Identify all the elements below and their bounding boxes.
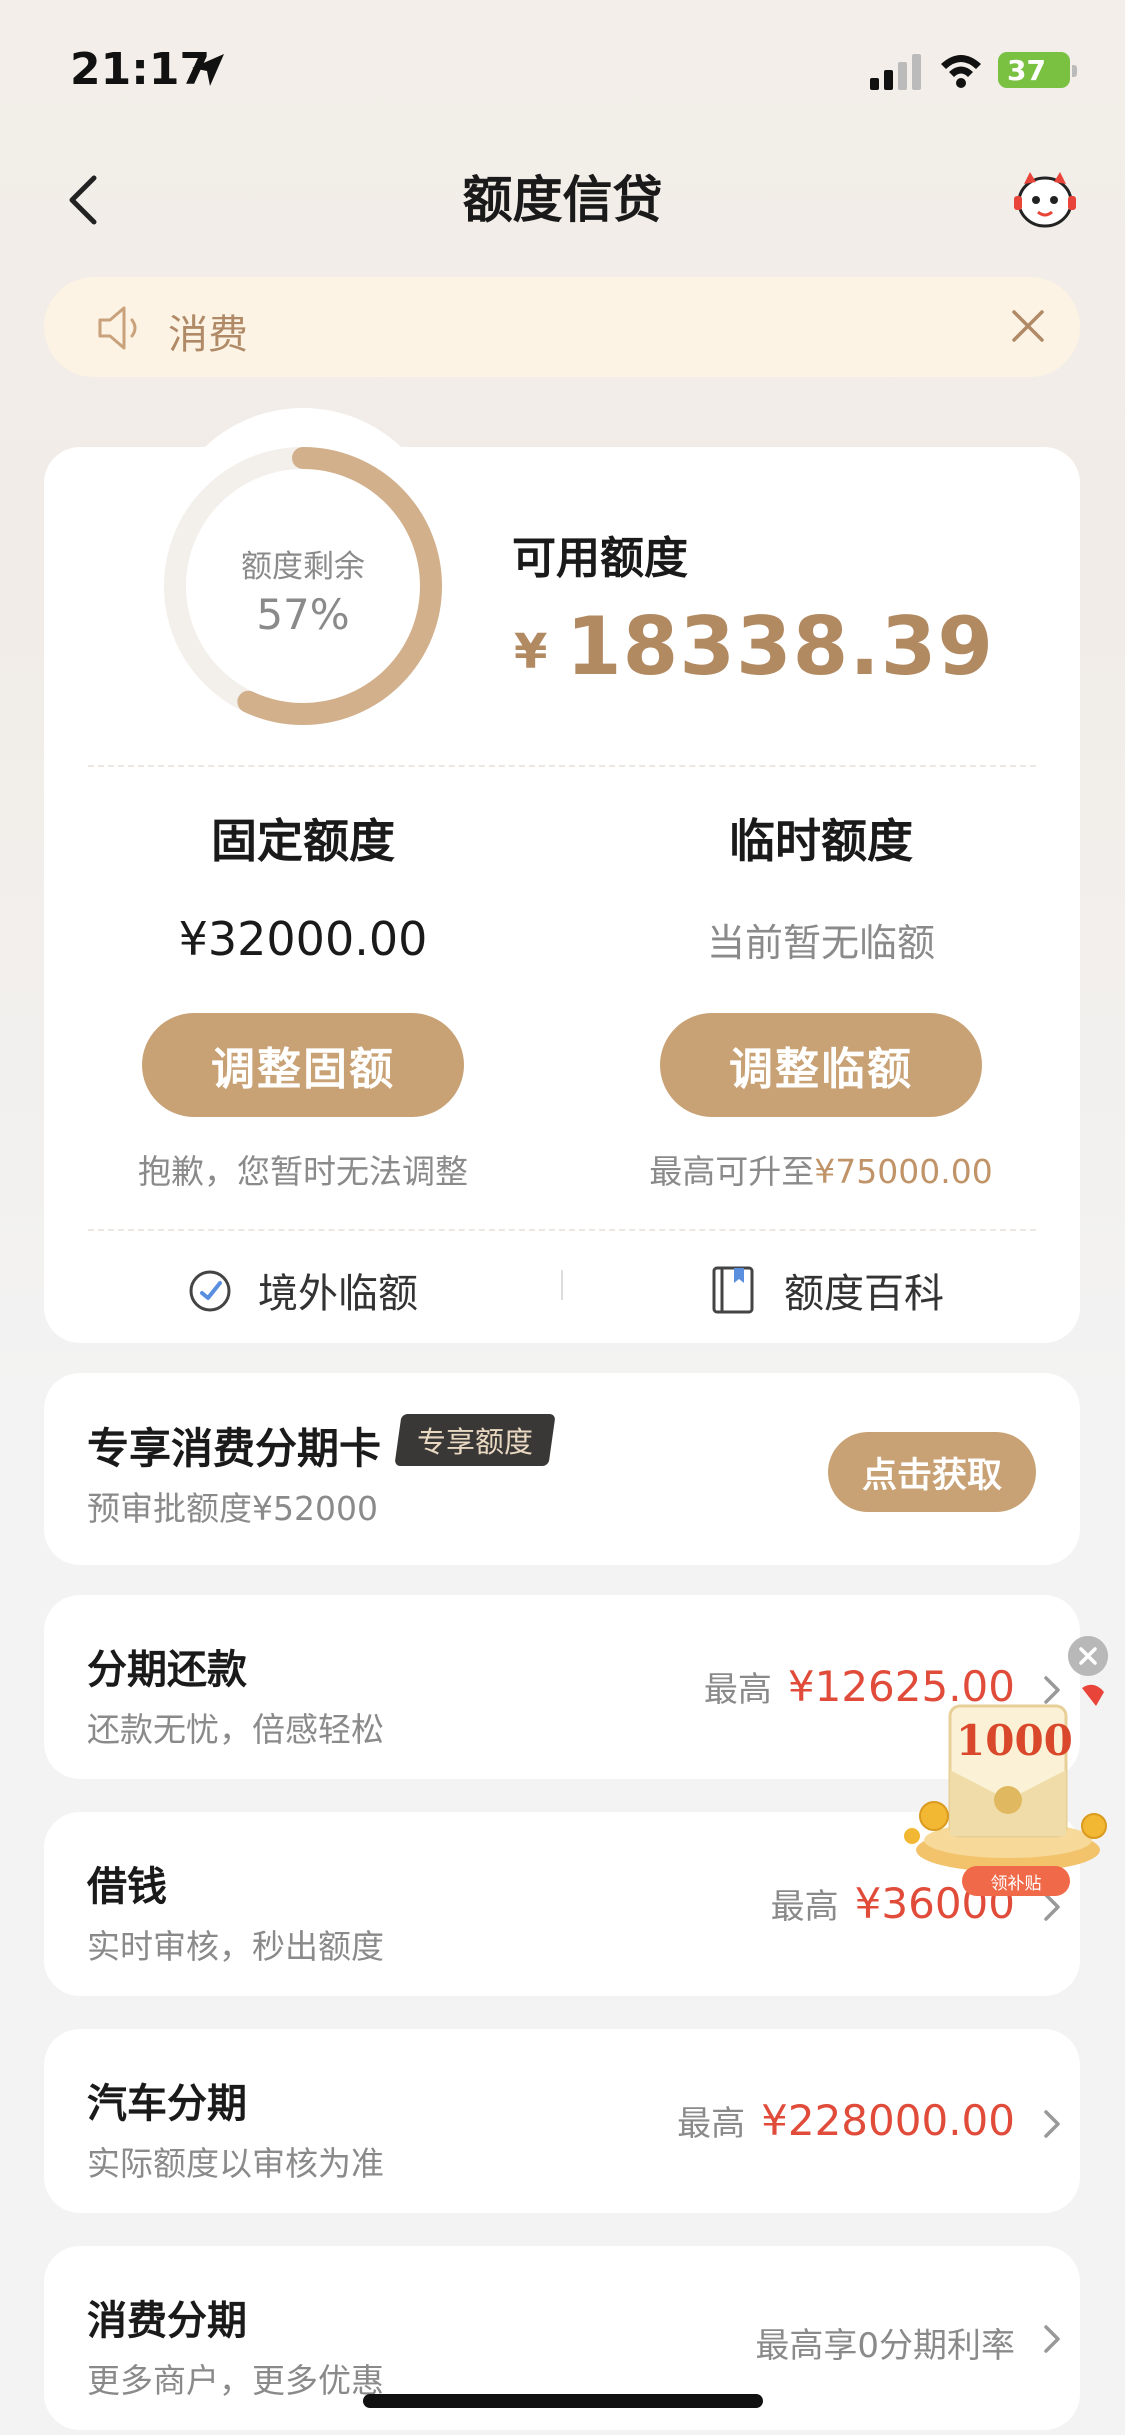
overseas-clock-icon	[189, 1270, 231, 1312]
offer-title: 专享消费分期卡	[87, 1424, 382, 1473]
fixed-hint: 抱歉，您暂时无法调整	[138, 1152, 468, 1191]
chevron-right-icon	[1044, 2325, 1060, 2353]
get-card-button[interactable]: 点击获取	[828, 1432, 1036, 1512]
product-title: 消费分期	[87, 2298, 247, 2344]
product-title: 借钱	[87, 1864, 167, 1910]
product-subtitle: 更多商户，更多优惠	[87, 2361, 384, 2400]
available-label: 可用额度	[512, 533, 688, 584]
divider	[88, 1229, 1036, 1231]
temp-quota-title: 临时额度	[729, 814, 913, 868]
offer-subtitle: 预审批额度¥52000	[87, 1489, 378, 1528]
battery-indicator: 37	[998, 52, 1077, 88]
overseas-temp-link[interactable]: 境外临额	[186, 1261, 418, 1319]
product-subtitle: 还款无忧，倍感轻松	[87, 1710, 384, 1749]
product-title: 汽车分期	[87, 2081, 247, 2127]
location-arrow-icon	[192, 54, 224, 86]
cellular-signal-icon	[870, 54, 921, 90]
product-title: 分期还款	[87, 1647, 247, 1693]
temp-hint: 最高可升至¥75000.00	[649, 1152, 993, 1191]
temp-hint-amount: ¥75000.00	[814, 1152, 993, 1191]
exclusive-badge: 专享额度	[394, 1414, 556, 1466]
product-subtitle: 实际额度以审核为准	[87, 2144, 384, 2183]
quota-wiki-link[interactable]: 额度百科	[708, 1261, 944, 1319]
book-icon	[712, 1266, 754, 1314]
adjust-temp-button[interactable]: 调整临额	[660, 1013, 982, 1117]
close-icon[interactable]	[1008, 306, 1048, 346]
page-title: 额度信贷	[462, 171, 663, 229]
mascot-assistant-icon[interactable]	[1012, 168, 1078, 230]
divider	[88, 765, 1036, 767]
product-subtitle: 实时审核，秒出额度	[87, 1927, 384, 1966]
fixed-quota-amount: ¥32000.00	[178, 912, 428, 966]
product-note: 最高享0分期利率	[755, 2326, 1015, 2366]
promo-tag[interactable]: 领补贴	[962, 1866, 1070, 1896]
promo-number: 1000	[956, 1716, 1073, 1765]
remaining-quota-ring	[164, 447, 442, 725]
product-limit: 最高 ¥228000.00	[677, 2096, 1015, 2145]
ring-percent: 57%	[256, 590, 350, 639]
wifi-icon	[941, 55, 981, 88]
fixed-quota-title: 固定额度	[211, 814, 395, 868]
available-currency: ¥	[514, 624, 548, 680]
available-amount: 18338.39	[566, 600, 995, 693]
speaker-icon	[98, 306, 137, 350]
subsidy-promo-icon[interactable]	[898, 1640, 1122, 1896]
link-separator	[561, 1270, 563, 1300]
ring-label: 额度剩余	[241, 549, 365, 585]
chevron-right-icon	[1044, 2110, 1060, 2138]
promo-close-icon[interactable]	[1068, 1636, 1108, 1676]
notice-text: 消费	[168, 312, 248, 358]
adjust-fixed-button[interactable]: 调整固额	[142, 1013, 464, 1117]
home-indicator	[363, 2394, 763, 2408]
temp-quota-status: 当前暂无临额	[706, 921, 935, 965]
